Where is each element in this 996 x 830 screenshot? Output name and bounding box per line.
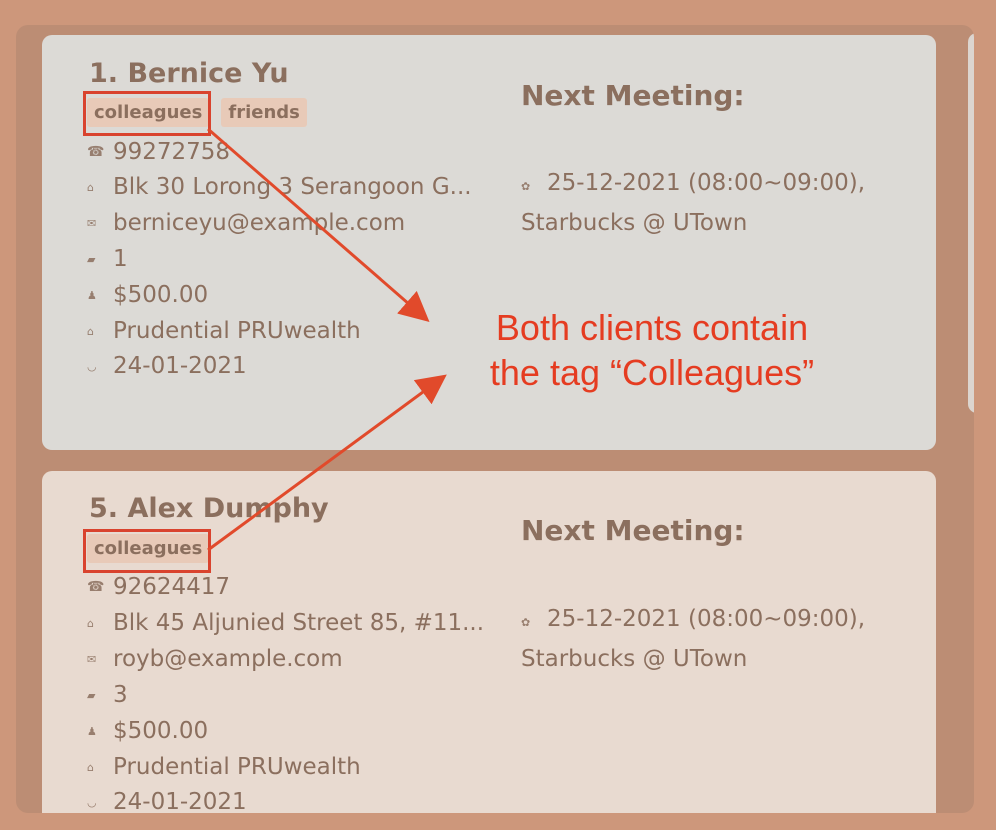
arrow-to-annotation-1 xyxy=(207,127,430,322)
annotation-text: Both clients contain the tag “Colleagues… xyxy=(452,305,852,395)
annotation-line-1: Both clients contain xyxy=(495,307,809,348)
annotation-line-2: the tag “Colleagues” xyxy=(489,352,815,393)
annotation-arrows xyxy=(207,127,447,552)
arrow-to-annotation-2 xyxy=(207,374,447,552)
